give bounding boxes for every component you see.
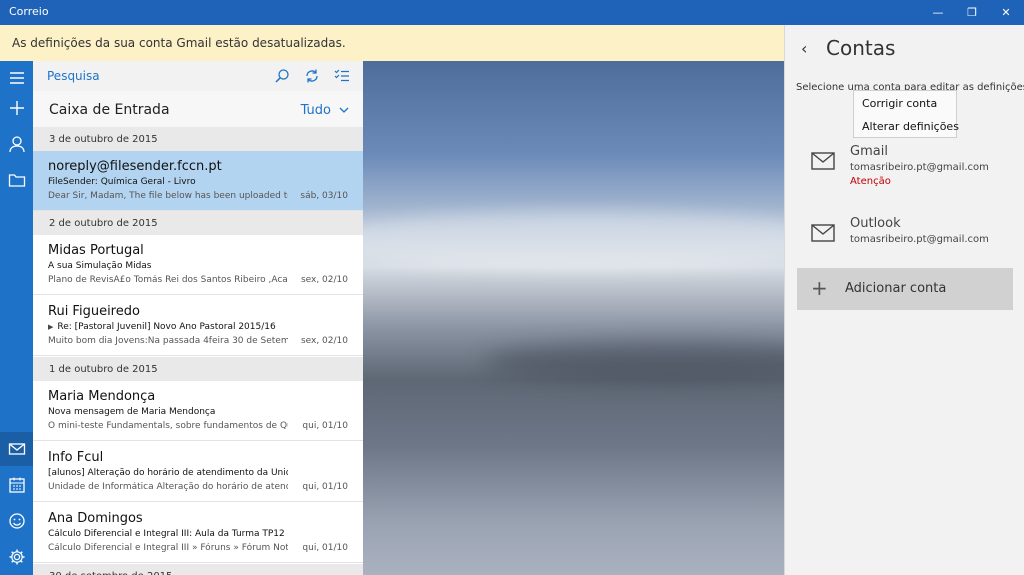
message-preview: Plano de RevisÃ£o Tomás Rei dos Santos R…: [48, 275, 288, 285]
message-subject: ▶ Re: [Pastoral Juvenil] Novo Ano Pastora…: [48, 322, 288, 332]
menu-item-fix-account[interactable]: Corrigir conta: [862, 97, 937, 110]
message-item[interactable]: Rui Figueiredo ▶ Re: [Pastoral Juvenil] N…: [33, 296, 363, 356]
message-item[interactable]: Ana Domingos Cálculo Diferencial e Integ…: [33, 503, 363, 563]
message-subject: FileSender: Química Geral - Livro: [48, 177, 196, 187]
message-date: sáb, 03/10: [300, 191, 348, 201]
message-sender: Maria Mendonça: [48, 389, 156, 404]
message-sender: Ana Domingos: [48, 511, 143, 526]
minimize-button[interactable]: —: [921, 0, 955, 25]
back-arrow-icon[interactable]: ‹: [801, 39, 807, 58]
message-sender: Rui Figueiredo: [48, 304, 140, 319]
title-bar: Correio — ❐ ✕: [0, 0, 1024, 25]
message-date: qui, 01/10: [302, 543, 348, 553]
plus-icon: +: [811, 276, 828, 300]
feedback-icon[interactable]: [0, 504, 33, 538]
chevron-down-icon: [339, 107, 349, 113]
filter-label: Tudo: [300, 103, 331, 118]
search-icon[interactable]: [271, 66, 293, 86]
menu-item-change-settings[interactable]: Alterar definições: [862, 120, 959, 133]
message-preview: Unidade de Informática Alteração do horá…: [48, 482, 288, 492]
message-date: sex, 02/10: [300, 275, 348, 285]
close-button[interactable]: ✕: [989, 0, 1023, 25]
message-subject: [alunos] Alteração do horário de atendim…: [48, 468, 288, 478]
date-group-header: 3 de outubro de 2015: [33, 127, 363, 151]
folders-icon[interactable]: [0, 163, 33, 197]
message-date: qui, 01/10: [302, 482, 348, 492]
reading-pane-background: [363, 61, 784, 575]
accounts-icon[interactable]: [0, 127, 33, 161]
restore-button[interactable]: ❐: [955, 0, 989, 25]
message-sender: noreply@filesender.fccn.pt: [48, 159, 222, 174]
message-item[interactable]: Info Fcul [alunos] Alteração do horário …: [33, 442, 363, 502]
pane-title: Contas: [826, 36, 896, 60]
mail-account-icon: [811, 224, 835, 242]
banner-text: As definições da sua conta Gmail estão d…: [12, 36, 346, 50]
message-subject: Cálculo Diferencial e Integral III: Aula…: [48, 529, 288, 539]
message-item[interactable]: Midas Portugal A sua Simulação Midas Pla…: [33, 235, 363, 295]
background-light-streak: [363, 211, 784, 271]
message-preview: O mini-teste Fundamentals, sobre fundame…: [48, 421, 288, 431]
sync-icon[interactable]: [301, 66, 323, 86]
message-preview: Dear Sir, Madam, The file below has been…: [48, 191, 288, 201]
background-shadow-streak: [483, 341, 784, 381]
search-bar: Pesquisa: [33, 61, 363, 91]
account-context-menu: Corrigir conta Alterar definições: [853, 90, 959, 138]
message-preview: Muito bom dia Jovens:Na passada 4feira 3…: [48, 336, 288, 346]
filter-dropdown[interactable]: Tudo: [301, 103, 349, 118]
message-subject-text: Re: [Pastoral Juvenil] Novo Ano Pastoral…: [57, 322, 276, 332]
menu-icon[interactable]: [0, 61, 33, 95]
message-list-pane: Pesquisa Caixa de Entrada Tudo 3 de outu…: [33, 61, 363, 575]
app-title: Correio: [9, 5, 49, 18]
message-sender: Midas Portugal: [48, 243, 144, 258]
message-date: qui, 01/10: [302, 421, 348, 431]
thread-expand-icon[interactable]: ▶: [48, 323, 53, 331]
account-name: Outlook: [850, 216, 901, 231]
message-item[interactable]: noreply@filesender.fccn.pt FileSender: Q…: [33, 151, 363, 211]
calendar-icon[interactable]: [0, 468, 33, 502]
account-status: Atenção: [850, 176, 891, 187]
account-email: tomasribeiro.pt@gmail.com: [850, 234, 989, 245]
account-item-outlook[interactable]: Outlook tomasribeiro.pt@gmail.com: [785, 216, 1024, 272]
account-item-gmail[interactable]: Gmail tomasribeiro.pt@gmail.com Atenção: [785, 144, 1024, 200]
account-name: Gmail: [850, 144, 888, 159]
nav-rail: [0, 61, 33, 575]
mail-icon[interactable]: [0, 432, 33, 466]
add-account-button[interactable]: + Adicionar conta: [797, 268, 1013, 310]
settings-icon[interactable]: [0, 540, 33, 574]
mail-account-icon: [811, 152, 835, 170]
message-subject: A sua Simulação Midas: [48, 261, 152, 271]
message-preview: Cálculo Diferencial e Integral III » Fór…: [48, 543, 288, 553]
folder-title: Caixa de Entrada: [49, 102, 170, 118]
select-mode-icon[interactable]: [331, 66, 353, 86]
message-sender: Info Fcul: [48, 450, 104, 465]
account-email: tomasribeiro.pt@gmail.com: [850, 162, 989, 173]
message-date: sex, 02/10: [300, 336, 348, 346]
add-account-label: Adicionar conta: [845, 281, 947, 296]
folder-header: Caixa de Entrada Tudo: [33, 91, 363, 127]
message-subject: Nova mensagem de Maria Mendonça: [48, 407, 216, 417]
date-group-header: 2 de outubro de 2015: [33, 211, 363, 235]
date-group-header: 30 de setembro de 2015: [33, 564, 363, 575]
search-input[interactable]: Pesquisa: [47, 69, 100, 83]
new-mail-icon[interactable]: [0, 91, 33, 125]
account-warning-banner[interactable]: As definições da sua conta Gmail estão d…: [0, 25, 784, 61]
message-item[interactable]: Maria Mendonça Nova mensagem de Maria Me…: [33, 381, 363, 441]
date-group-header: 1 de outubro de 2015: [33, 357, 363, 381]
